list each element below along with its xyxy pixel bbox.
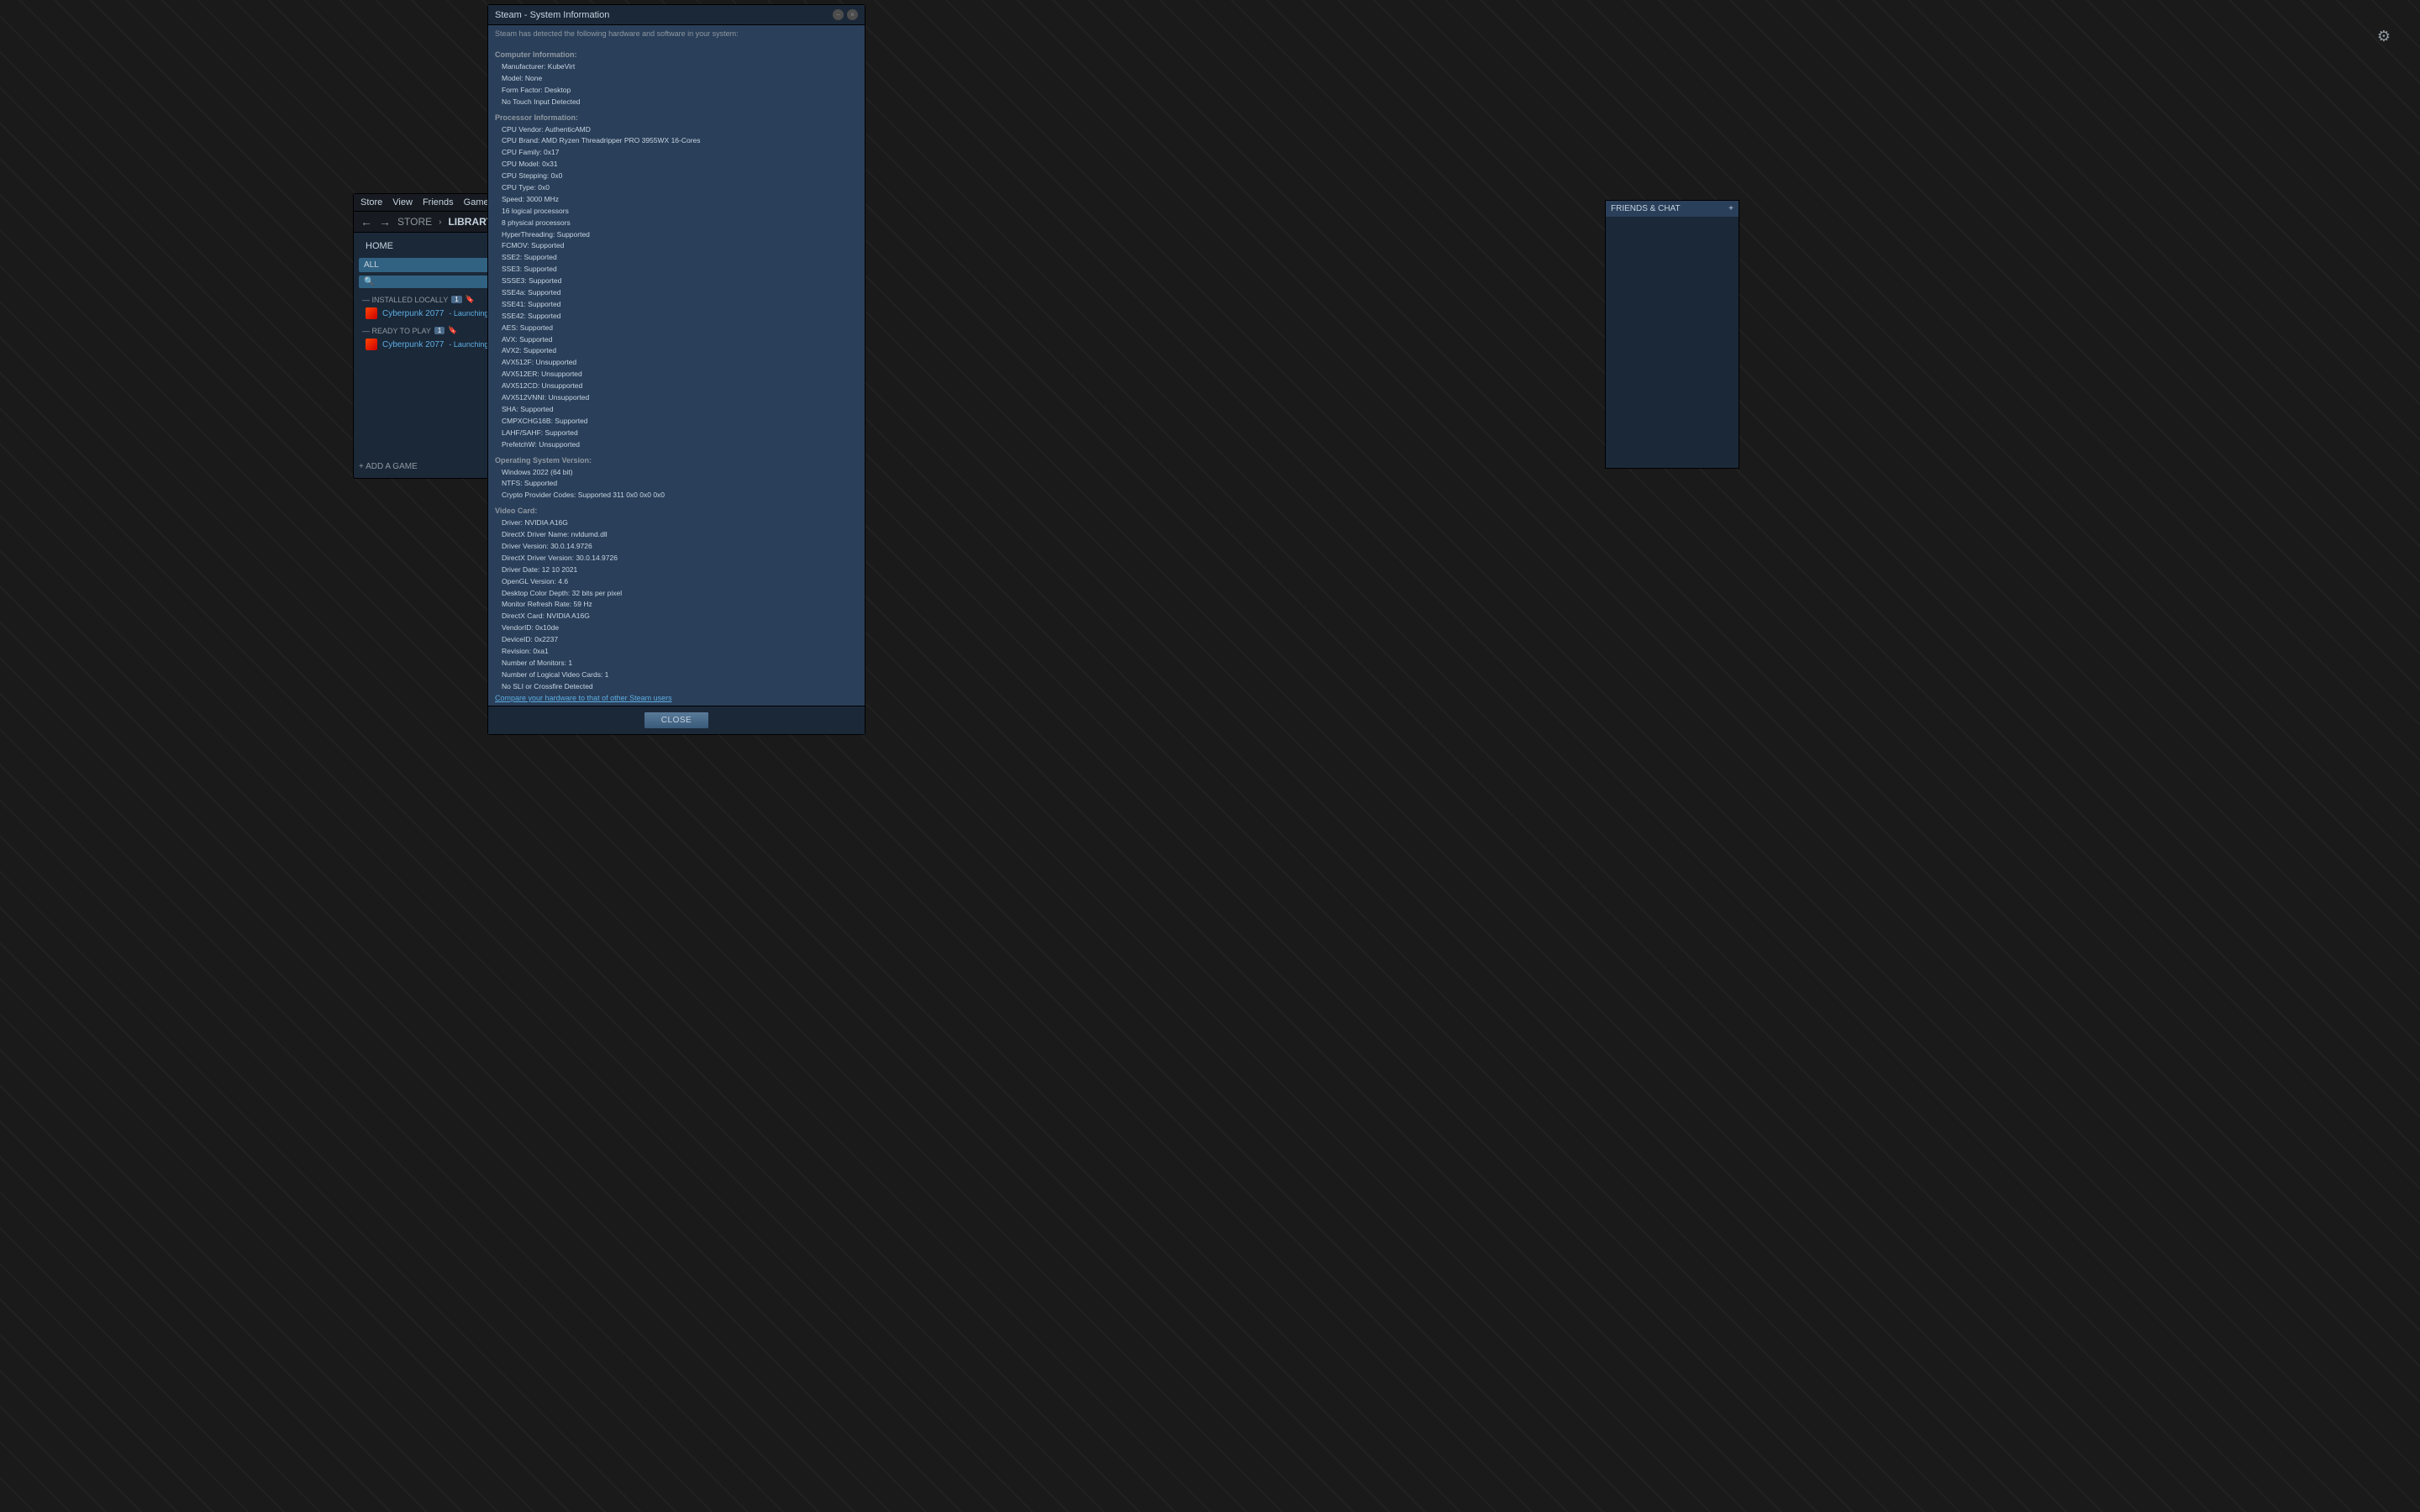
video-row-11: Revision: 0xa1 bbox=[495, 646, 858, 658]
proc-row-26: LAHF/SAHF: Supported bbox=[495, 428, 858, 439]
proc-row-2: CPU Family: 0x17 bbox=[495, 147, 858, 159]
video-row-10: DeviceID: 0x2237 bbox=[495, 634, 858, 646]
processor-info-title: Processor Information: bbox=[495, 113, 858, 122]
proc-row-7: 16 logical processors bbox=[495, 206, 858, 218]
search-icon: 🔍 bbox=[364, 277, 374, 286]
installed-game-name-1: Cyberpunk 2077 bbox=[382, 309, 444, 318]
proc-row-0: CPU Vendor: AuthenticAMD bbox=[495, 124, 858, 136]
video-row-9: VendorID: 0x10de bbox=[495, 622, 858, 634]
proc-row-13: SSSE3: Supported bbox=[495, 276, 858, 287]
home-label: HOME bbox=[366, 241, 393, 251]
menu-store[interactable]: Store bbox=[360, 197, 382, 207]
proc-row-1: CPU Brand: AMD Ryzen Threadripper PRO 39… bbox=[495, 135, 858, 147]
video-row-7: Monitor Refresh Rate: 59 Hz bbox=[495, 599, 858, 611]
video-row-5: OpenGL Version: 4.6 bbox=[495, 576, 858, 588]
proc-row-23: AVX512VNNI: Unsupported bbox=[495, 392, 858, 404]
cyberpunk-icon-1 bbox=[366, 307, 377, 319]
dialog-subtitle: Steam has detected the following hardwar… bbox=[488, 25, 865, 42]
dialog-scrollable-content[interactable]: Computer Information: Manufacturer: Kube… bbox=[488, 42, 865, 690]
dialog-footer: CLOSE bbox=[488, 706, 865, 734]
ready-game-name-1: Cyberpunk 2077 bbox=[382, 340, 444, 349]
proc-row-24: SHA: Supported bbox=[495, 404, 858, 416]
proc-row-6: Speed: 3000 MHz bbox=[495, 194, 858, 206]
video-row-4: Driver Date: 12 10 2021 bbox=[495, 564, 858, 576]
nav-forward-arrow[interactable]: → bbox=[379, 215, 391, 228]
computer-info-row-1: Model: None bbox=[495, 73, 858, 85]
proc-row-16: SSE42: Supported bbox=[495, 311, 858, 323]
ready-count: 1 bbox=[434, 327, 445, 334]
friends-panel-header: FRIENDS & CHAT + bbox=[1606, 201, 1739, 217]
video-row-12: Number of Monitors: 1 bbox=[495, 658, 858, 669]
installed-game-status-1: - Launching bbox=[449, 309, 488, 318]
add-game-label: + ADD A GAME bbox=[359, 462, 418, 471]
proc-row-19: AVX2: Supported bbox=[495, 345, 858, 357]
video-row-13: Number of Logical Video Cards: 1 bbox=[495, 669, 858, 681]
system-info-dialog: Steam - System Information − × Steam has… bbox=[487, 4, 865, 735]
computer-info-row-3: No Touch Input Detected bbox=[495, 97, 858, 108]
video-row-3: DirectX Driver Version: 30.0.14.9726 bbox=[495, 553, 858, 564]
compare-link[interactable]: Compare your hardware to that of other S… bbox=[488, 690, 865, 706]
proc-row-20: AVX512F: Unsupported bbox=[495, 357, 858, 369]
add-game-button[interactable]: + ADD A GAME bbox=[359, 462, 418, 471]
ready-bookmark-icon: 🔖 bbox=[448, 326, 457, 335]
proc-row-8: 8 physical processors bbox=[495, 218, 858, 229]
proc-row-12: SSE3: Supported bbox=[495, 264, 858, 276]
video-info-title: Video Card: bbox=[495, 507, 858, 515]
proc-row-25: CMPXCHG16B: Supported bbox=[495, 416, 858, 428]
video-row-2: Driver Version: 30.0.14.9726 bbox=[495, 541, 858, 553]
os-row-0: Windows 2022 (64 bit) bbox=[495, 467, 858, 479]
video-row-8: DirectX Card: NVIDIA A16G bbox=[495, 611, 858, 622]
menu-friends[interactable]: Friends bbox=[423, 197, 454, 207]
installed-count: 1 bbox=[451, 296, 461, 303]
dialog-minimize-btn[interactable]: − bbox=[833, 9, 844, 20]
ready-game-status-1: - Launching bbox=[449, 340, 488, 349]
proc-row-3: CPU Model: 0x31 bbox=[495, 159, 858, 171]
proc-row-27: PrefetchW: Unsupported bbox=[495, 439, 858, 451]
computer-info-row-0: Manufacturer: KubeVirt bbox=[495, 61, 858, 73]
installed-bookmark-icon: 🔖 bbox=[466, 295, 475, 304]
nav-back-arrow[interactable]: ← bbox=[360, 215, 372, 228]
filter-label: ALL bbox=[364, 260, 497, 270]
menu-view[interactable]: View bbox=[392, 197, 413, 207]
friends-label: FRIENDS & CHAT bbox=[1611, 204, 1681, 213]
video-row-1: DirectX Driver Name: nvldumd.dll bbox=[495, 529, 858, 541]
proc-row-10: FCMOV: Supported bbox=[495, 240, 858, 252]
video-row-0: Driver: NVIDIA A16G bbox=[495, 517, 858, 529]
cyberpunk-icon-2 bbox=[366, 339, 377, 350]
os-info-title: Operating System Version: bbox=[495, 456, 858, 465]
nav-library-label[interactable]: LIBRARY bbox=[448, 216, 492, 228]
nav-store-label[interactable]: STORE bbox=[397, 216, 432, 228]
computer-info-row-2: Form Factor: Desktop bbox=[495, 85, 858, 97]
proc-row-11: SSE2: Supported bbox=[495, 252, 858, 264]
friends-panel: FRIENDS & CHAT + bbox=[1605, 200, 1739, 469]
computer-info-title: Computer Information: bbox=[495, 50, 858, 59]
dialog-title: Steam - System Information bbox=[495, 10, 609, 20]
proc-row-18: AVX: Supported bbox=[495, 334, 858, 346]
proc-row-4: CPU Stepping: 0x0 bbox=[495, 171, 858, 182]
proc-row-5: CPU Type: 0x0 bbox=[495, 182, 858, 194]
friends-add-icon[interactable]: + bbox=[1728, 204, 1733, 213]
settings-icon[interactable]: ⚙ bbox=[2371, 24, 2396, 49]
proc-row-17: AES: Supported bbox=[495, 323, 858, 334]
close-button[interactable]: CLOSE bbox=[644, 711, 709, 729]
proc-row-15: SSE41: Supported bbox=[495, 299, 858, 311]
dialog-controls: − × bbox=[833, 9, 858, 20]
proc-row-22: AVX512CD: Unsupported bbox=[495, 381, 858, 392]
proc-row-14: SSE4a: Supported bbox=[495, 287, 858, 299]
os-row-2: Crypto Provider Codes: Supported 311 0x0… bbox=[495, 490, 858, 501]
nav-separator: › bbox=[439, 218, 441, 227]
proc-row-21: AVX512ER: Unsupported bbox=[495, 369, 858, 381]
dialog-title-bar: Steam - System Information − × bbox=[488, 5, 865, 25]
video-row-6: Desktop Color Depth: 32 bits per pixel bbox=[495, 588, 858, 600]
video-row-14: No SLI or Crossfire Detected bbox=[495, 681, 858, 690]
os-row-1: NTFS: Supported bbox=[495, 478, 858, 490]
dialog-close-btn[interactable]: × bbox=[847, 9, 858, 20]
proc-row-9: HyperThreading: Supported bbox=[495, 229, 858, 241]
ready-label: — READY TO PLAY bbox=[362, 327, 431, 335]
installed-label: — INSTALLED LOCALLY bbox=[362, 296, 448, 304]
